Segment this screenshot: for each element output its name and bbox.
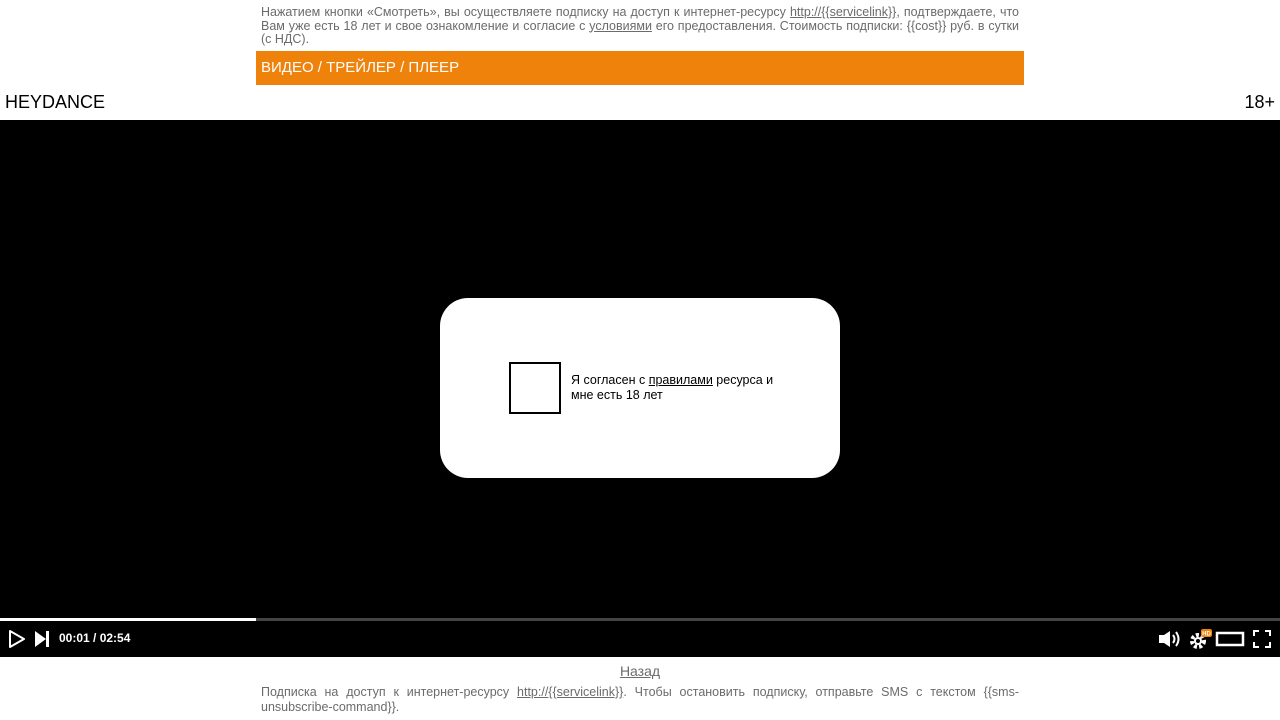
play-button[interactable] <box>9 629 25 649</box>
next-button[interactable] <box>34 629 50 649</box>
gear-icon: HD <box>1190 629 1212 649</box>
time-display: 00:01 / 02:54 <box>59 631 131 645</box>
settings-button[interactable]: HD <box>1188 629 1212 649</box>
fullscreen-button[interactable] <box>1253 629 1271 649</box>
bottom-notice-text-1: Подписка на доступ к интернет-ресурсу <box>261 685 518 699</box>
hd-badge: HD <box>1202 632 1211 638</box>
consent-label: Я согласен с правилами ресурса и мне ест… <box>571 373 791 403</box>
theater-mode-icon <box>1215 631 1245 647</box>
consent-dialog: Я согласен с правилами ресурса и мне ест… <box>440 298 840 478</box>
play-icon <box>9 630 25 648</box>
fullscreen-icon <box>1253 630 1271 648</box>
player-controls: 00:01 / 02:54 HD <box>0 621 1280 657</box>
age-rating-badge: 18+ <box>1244 92 1275 112</box>
consent-checkbox[interactable] <box>509 362 561 414</box>
terms-link[interactable]: условиями <box>589 19 652 33</box>
video-player[interactable]: Я согласен с правилами ресурса и мне ест… <box>0 120 1280 657</box>
back-link-wrap: Назад <box>0 663 1280 679</box>
volume-button[interactable] <box>1158 629 1182 649</box>
subscription-notice: Нажатием кнопки «Смотреть», вы осуществл… <box>261 5 1019 47</box>
back-link[interactable]: Назад <box>620 663 660 679</box>
notice-text-1: Нажатием кнопки «Смотреть», вы осуществл… <box>261 5 790 19</box>
volume-icon <box>1159 631 1180 647</box>
video-nav-bar[interactable]: ВИДЕО / ТРЕЙЛЕР / ПЛЕЕР <box>256 51 1024 85</box>
bottom-service-link[interactable]: http://{{servicelink}} <box>517 685 623 699</box>
service-link[interactable]: http://{{servicelink}} <box>790 5 896 19</box>
theater-mode-button[interactable] <box>1215 629 1245 649</box>
page-title: HEYDANCE <box>5 92 106 112</box>
unsubscribe-notice: Подписка на доступ к интернет-ресурсу ht… <box>261 685 1019 715</box>
rules-link[interactable]: правилами <box>649 373 713 387</box>
consent-text-before: Я согласен с <box>571 373 649 387</box>
skip-next-icon <box>35 631 49 647</box>
